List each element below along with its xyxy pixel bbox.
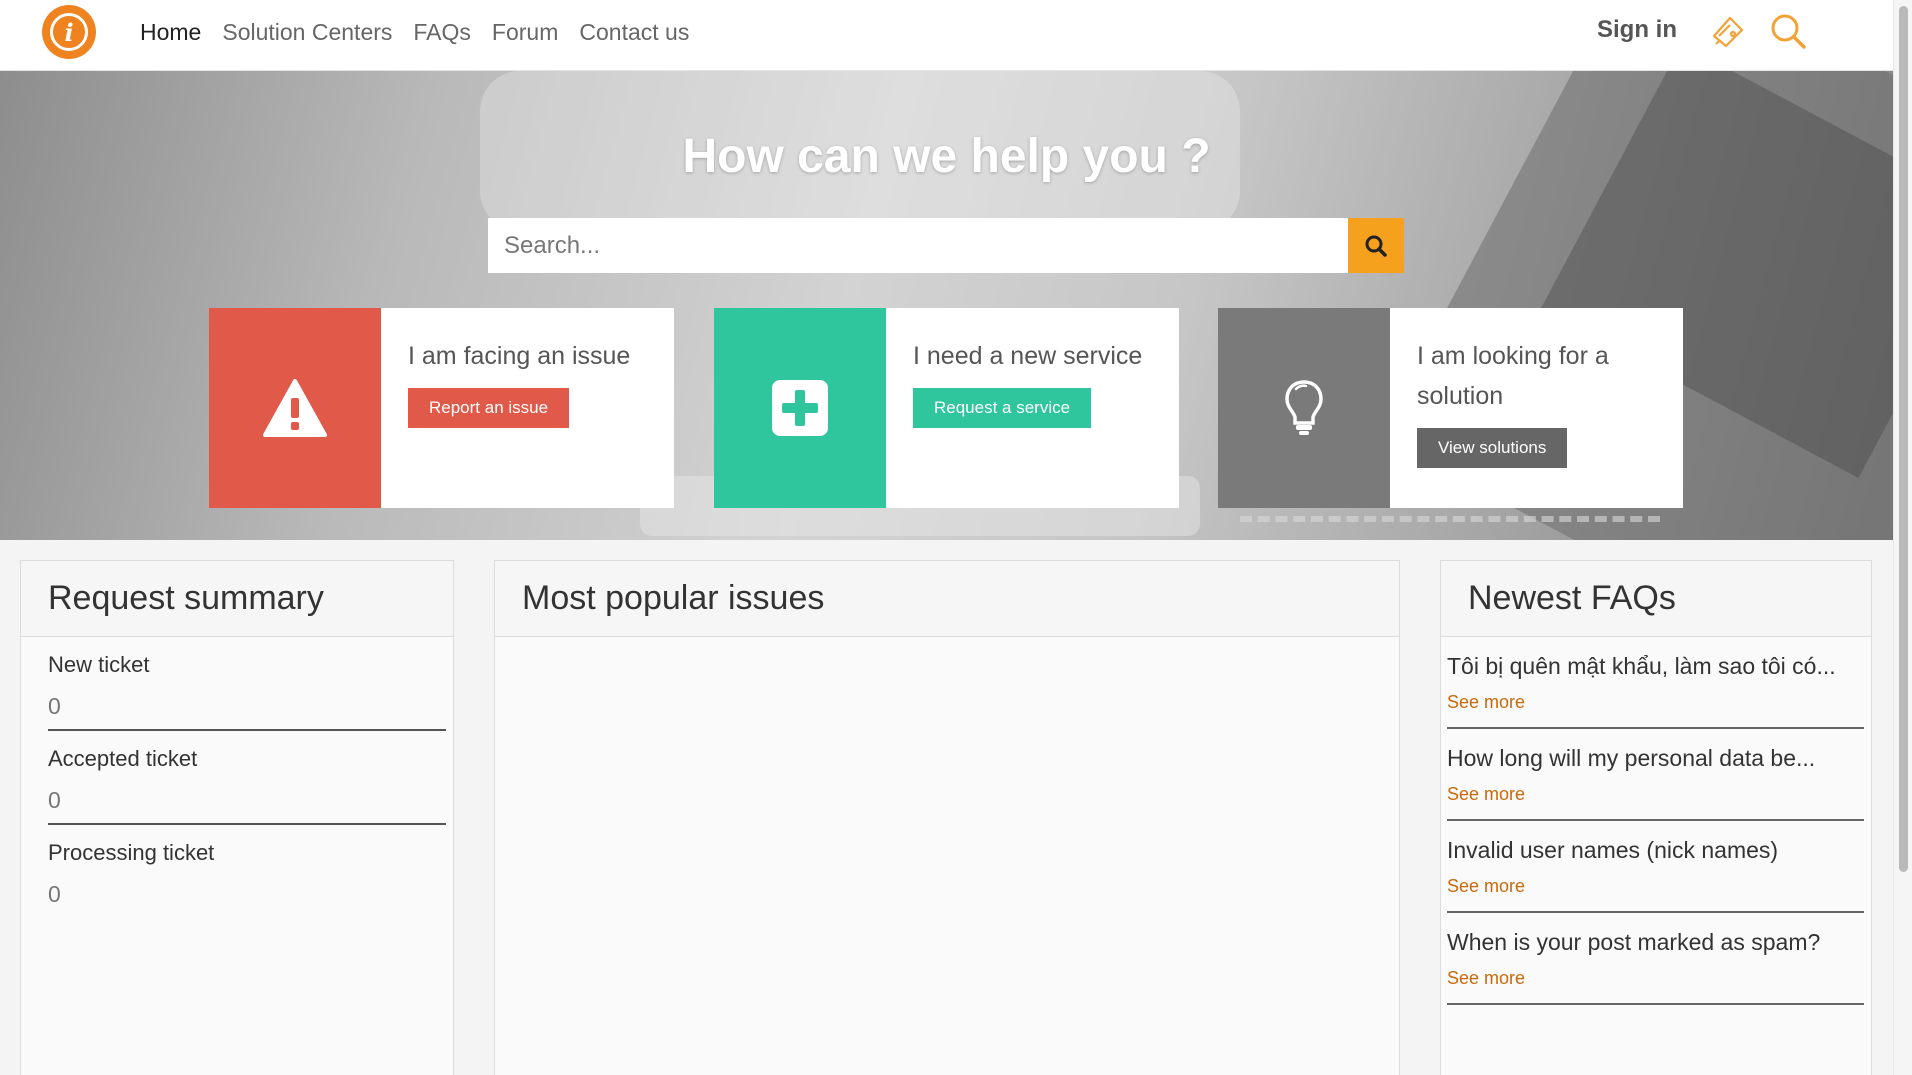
faq-question[interactable]: Invalid user names (nick names)	[1447, 837, 1864, 864]
summary-label: Processing ticket	[48, 840, 215, 865]
see-more-link[interactable]: See more	[1447, 784, 1864, 805]
panel-title: Newest FAQs	[1441, 561, 1871, 637]
page-scrollbar[interactable]	[1893, 0, 1912, 1075]
summary-value: 0	[48, 693, 61, 719]
popular-issues-panel: Most popular issues	[494, 560, 1400, 1075]
logo[interactable]: i	[42, 5, 96, 59]
see-more-link[interactable]: See more	[1447, 692, 1864, 713]
top-navbar: i Home Solution Centers FAQs Forum Conta…	[0, 0, 1893, 71]
lightbulb-icon	[1285, 380, 1323, 435]
hero-banner: How can we help you ? I am facing an iss…	[0, 71, 1893, 540]
faq-question[interactable]: How long will my personal data be...	[1447, 745, 1864, 772]
card-title: I am facing an issue	[408, 342, 631, 370]
summary-value: 0	[48, 787, 61, 813]
nav-faqs[interactable]: FAQs	[413, 19, 471, 46]
see-more-link[interactable]: See more	[1447, 968, 1864, 989]
hero-background-keys	[1240, 516, 1660, 530]
faq-question[interactable]: Tôi bị quên mật khẩu, làm sao tôi có...	[1447, 653, 1864, 680]
report-issue-button[interactable]: Report an issue	[408, 388, 570, 428]
card-icon-box	[1218, 308, 1390, 508]
summary-accepted-ticket: Accepted ticket 0	[48, 731, 446, 825]
summary-label: New ticket	[48, 652, 150, 677]
newest-faqs-panel: Newest FAQs Tôi bị quên mật khẩu, làm sa…	[1440, 560, 1872, 1075]
card-icon-box	[714, 308, 886, 508]
ticket-icon[interactable]	[1708, 12, 1748, 52]
summary-new-ticket: New ticket 0	[48, 637, 446, 731]
request-summary-panel: Request summary New ticket 0 Accepted ti…	[20, 560, 454, 1075]
summary-label: Accepted ticket	[48, 746, 198, 771]
faq-question[interactable]: When is your post marked as spam?	[1447, 929, 1864, 956]
search-button[interactable]	[1348, 218, 1404, 273]
summary-processing-ticket: Processing ticket 0	[48, 825, 446, 917]
request-service-button[interactable]: Request a service	[913, 388, 1092, 428]
plus-square-icon	[772, 380, 828, 436]
card-new-service: I need a new service Request a service	[714, 308, 1179, 508]
warning-icon	[263, 379, 327, 437]
view-solutions-button[interactable]: View solutions	[1417, 428, 1568, 468]
card-title: I need a new service	[913, 342, 1143, 370]
nav-home[interactable]: Home	[140, 19, 201, 46]
card-title: I am looking for a solution	[1417, 342, 1609, 410]
nav-contact-us[interactable]: Contact us	[579, 19, 689, 46]
scrollbar-thumb[interactable]	[1899, 6, 1908, 872]
nav-solution-centers[interactable]: Solution Centers	[222, 19, 392, 46]
faq-item: How long will my personal data be... See…	[1447, 729, 1864, 821]
faq-item: Tôi bị quên mật khẩu, làm sao tôi có... …	[1447, 637, 1864, 729]
sign-in-link[interactable]: Sign in	[1597, 16, 1677, 44]
search-bar	[488, 218, 1404, 273]
search-icon	[1365, 235, 1387, 257]
card-facing-issue: I am facing an issue Report an issue	[209, 308, 674, 508]
summary-value: 0	[48, 881, 61, 907]
faq-item: Invalid user names (nick names) See more	[1447, 821, 1864, 913]
search-input[interactable]	[488, 218, 1348, 273]
nav-forum[interactable]: Forum	[492, 19, 558, 46]
info-logo-icon: i	[50, 13, 88, 51]
faq-item: When is your post marked as spam? See mo…	[1447, 913, 1864, 1005]
panel-title: Most popular issues	[495, 561, 1399, 637]
see-more-link[interactable]: See more	[1447, 876, 1864, 897]
card-icon-box	[209, 308, 381, 508]
card-looking-solution: I am looking for a solution View solutio…	[1218, 308, 1683, 508]
panel-title: Request summary	[21, 561, 453, 637]
main-nav: Home Solution Centers FAQs Forum Contact…	[140, 0, 689, 64]
hero-title: How can we help you ?	[682, 130, 1211, 183]
search-icon[interactable]	[1769, 12, 1807, 50]
